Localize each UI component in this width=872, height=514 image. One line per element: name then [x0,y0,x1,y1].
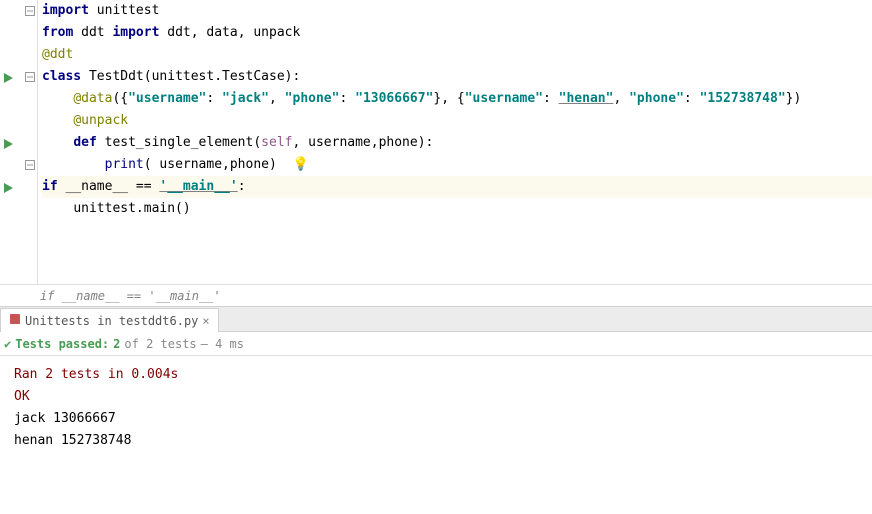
code-line[interactable]: @ddt [42,44,872,66]
run-icon[interactable] [2,182,14,194]
console-summary: Ran 2 tests in 0.004s [14,364,858,386]
run-icon[interactable] [2,138,14,150]
code-editor[interactable]: import unittest from ddt import ddt, dat… [0,0,872,284]
run-tab-bar: Unittests in testddt6.py × [0,306,872,332]
gutter [0,0,38,284]
close-icon[interactable]: × [202,314,209,328]
lightbulb-icon[interactable]: 💡 [293,154,309,176]
tests-total: of 2 tests [124,332,196,356]
code-line[interactable]: if __name__ == '__main__': [42,176,872,198]
code-line[interactable]: unittest.main() [42,198,872,220]
fold-icon[interactable] [25,71,35,81]
code-line[interactable]: @data({"username": "jack", "phone": "130… [42,88,872,110]
code-line[interactable]: from ddt import ddt, data, unpack [42,22,872,44]
code-line[interactable]: import unittest [42,0,872,22]
tests-passed-count: 2 [113,332,120,356]
console-line: jack 13066667 [14,408,858,430]
fold-icon[interactable] [25,159,35,169]
code-line[interactable]: class TestDdt(unittest.TestCase): [42,66,872,88]
tests-timing: – 4 ms [201,332,244,356]
tab-label: Unittests in testddt6.py [25,314,198,328]
run-tab[interactable]: Unittests in testddt6.py × [0,308,219,332]
code-area[interactable]: import unittest from ddt import ddt, dat… [38,0,872,284]
console-ok: OK [14,386,858,408]
fold-icon[interactable] [25,5,35,15]
breadcrumb[interactable]: if __name__ == '__main__' [0,284,872,306]
code-line[interactable]: print( username,phone)💡 [42,154,872,176]
check-icon: ✔ [4,332,11,356]
code-line[interactable]: @unpack [42,110,872,132]
tests-passed-label: Tests passed: [15,332,109,356]
code-line[interactable]: def test_single_element(self, username,p… [42,132,872,154]
console-line: henan 152738748 [14,430,858,452]
test-status-bar: ✔ Tests passed: 2 of 2 tests – 4 ms [0,332,872,356]
test-config-icon [9,313,21,328]
console-output[interactable]: Ran 2 tests in 0.004s OK jack 13066667 h… [0,356,872,460]
run-icon[interactable] [2,72,14,84]
